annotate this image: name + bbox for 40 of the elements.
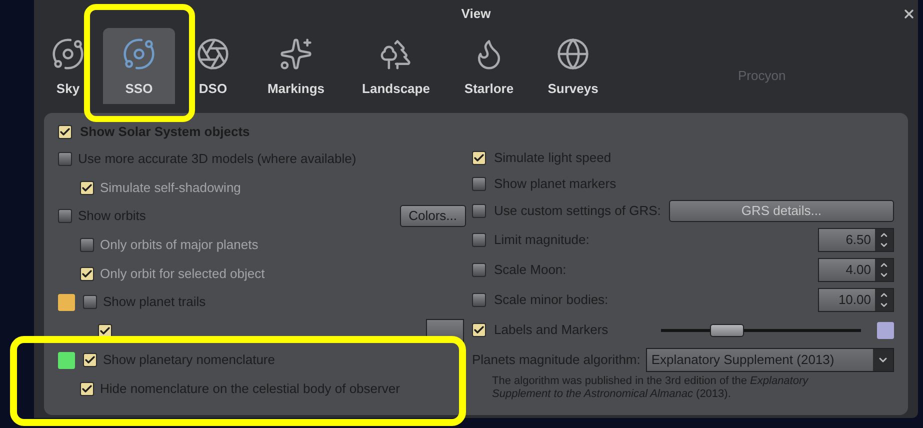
checkbox[interactable] — [80, 382, 94, 396]
option-label: Simulate self-shadowing — [100, 178, 241, 197]
orbit-icon — [122, 36, 156, 70]
checkbox[interactable] — [472, 323, 486, 337]
checkbox[interactable] — [83, 353, 97, 367]
tab[interactable]: SSO — [103, 28, 175, 104]
colors-button[interactable]: Colors... — [400, 205, 466, 227]
spin-box[interactable]: 6.50 — [818, 228, 894, 252]
checkbox[interactable] — [58, 209, 72, 223]
tab[interactable]: Markings — [251, 28, 341, 104]
color-swatch[interactable] — [877, 322, 894, 338]
sparkles-icon — [279, 36, 313, 70]
checkbox[interactable] — [472, 263, 486, 277]
checkbox[interactable] — [472, 293, 486, 307]
tab[interactable]: DSO — [182, 28, 244, 104]
color-swatch[interactable] — [58, 294, 75, 310]
algorithm-dropdown[interactable]: Explanatory Supplement (2013) — [646, 348, 894, 372]
checkbox[interactable] — [83, 295, 97, 309]
tab[interactable]: Sky — [40, 28, 96, 104]
close-icon[interactable] — [902, 7, 916, 21]
checkbox[interactable] — [472, 151, 486, 165]
grs-details-button[interactable]: GRS details... — [668, 200, 894, 222]
window-title: View — [461, 5, 491, 24]
slider-thumb[interactable] — [710, 324, 744, 336]
option-label: Only orbit for selected object — [100, 264, 265, 283]
aperture-icon — [196, 36, 230, 70]
checkbox[interactable] — [472, 204, 486, 218]
spin-box[interactable]: 4.00 — [818, 258, 894, 282]
option-label: Only orbits of major planets — [100, 236, 258, 254]
tab[interactable]: Landscape — [348, 28, 444, 104]
spin-box[interactable]: 10.00 — [818, 288, 894, 312]
tab[interactable]: Starlore — [451, 28, 527, 104]
checkbox[interactable] — [472, 233, 486, 247]
orbit-icon — [51, 36, 85, 70]
globe-icon — [556, 36, 590, 70]
checkbox[interactable] — [472, 177, 486, 191]
checkbox[interactable] — [58, 125, 72, 139]
color-swatch[interactable] — [58, 352, 75, 368]
checkbox[interactable] — [58, 152, 72, 166]
tab[interactable]: Surveys — [534, 28, 612, 104]
